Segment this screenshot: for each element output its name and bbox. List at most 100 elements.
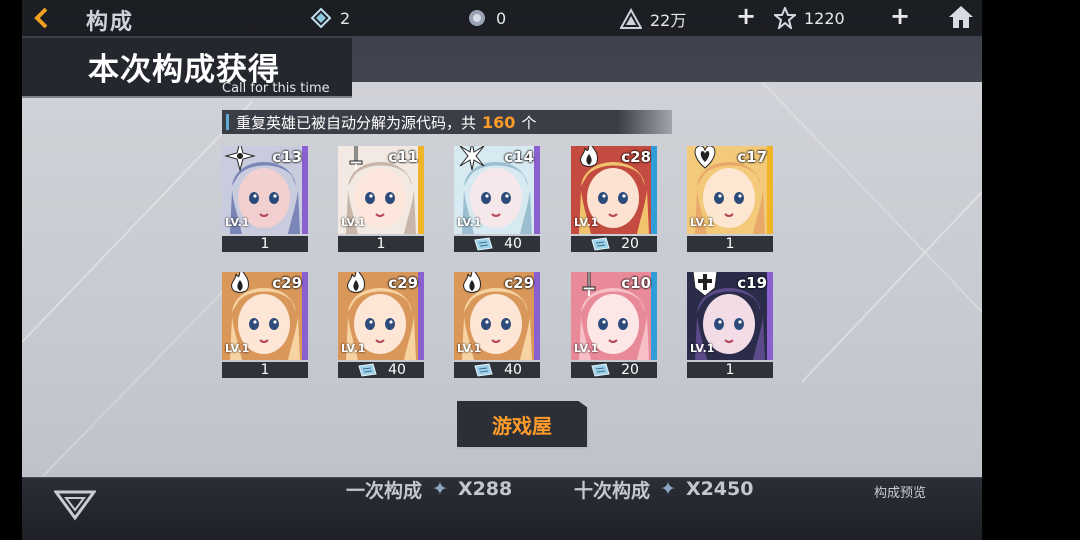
panel-subtitle: Call for this time <box>222 81 330 96</box>
game-viewport: 构成 2 0 22万 + 1220 + 一次构成 ✦ X288 十次构成 ✦ X… <box>22 0 982 540</box>
reward-count-value: 1 <box>376 236 386 252</box>
sword-icon <box>349 146 363 170</box>
resource-star-chip-value: 1220 <box>804 8 845 28</box>
hero-card[interactable]: c13 LV.1 1 <box>222 146 308 254</box>
crystal-flower-icon <box>459 146 485 171</box>
rarity-stripe <box>651 146 657 234</box>
reward-count: 40 <box>338 362 424 378</box>
hero-portrait: c17 LV.1 <box>687 146 773 234</box>
rarity-stripe <box>767 272 773 360</box>
reward-count: 40 <box>454 362 540 378</box>
star-chip-icon: ✦ <box>432 478 448 500</box>
ten-pull-label: 十次构成 <box>574 479 651 502</box>
reward-count: 1 <box>222 362 308 378</box>
rarity-stripe <box>651 272 657 360</box>
ten-pull-cost: X2450 <box>685 478 754 500</box>
pool-preview-button[interactable]: 构成预览 <box>874 482 926 501</box>
sword-icon <box>582 272 596 296</box>
hero-card[interactable]: c29 LV.1 40 <box>454 272 540 380</box>
hero-level: LV.1 <box>457 342 482 355</box>
source-code-icon <box>474 363 493 377</box>
add-token-button[interactable]: + <box>736 2 756 30</box>
hero-level: LV.1 <box>574 342 599 355</box>
hero-card[interactable]: c17 LV.1 1 <box>687 146 773 254</box>
hero-card[interactable]: c10 LV.1 20 <box>571 272 657 380</box>
rarity-stripe <box>534 146 540 234</box>
source-code-icon <box>358 363 377 377</box>
source-code-icon <box>591 363 610 377</box>
resource-core: 0 <box>466 7 506 29</box>
rarity-stripe <box>767 146 773 234</box>
hero-code: c17 <box>737 148 767 166</box>
notice-suffix: 个 <box>521 113 537 132</box>
reward-count-value: 20 <box>621 236 639 252</box>
core-icon <box>469 10 485 26</box>
flame-icon <box>347 272 365 293</box>
back-arrow-icon[interactable] <box>32 6 50 30</box>
screen: 构成 2 0 22万 + 1220 + 一次构成 ✦ X288 十次构成 ✦ X… <box>0 0 1080 540</box>
hero-card[interactable]: c29 LV.1 1 <box>222 272 308 380</box>
resource-core-value: 0 <box>496 8 507 28</box>
hero-portrait: c13 LV.1 <box>222 146 308 234</box>
star-chip-icon: ✦ <box>660 478 676 500</box>
reward-count-value: 1 <box>260 362 270 378</box>
top-bar: 构成 2 0 22万 + 1220 + <box>22 0 982 36</box>
shuriken-icon <box>224 146 256 172</box>
hero-code: c19 <box>737 274 767 292</box>
hero-code: c11 <box>388 148 418 166</box>
single-pull-button[interactable]: 一次构成 ✦ X288 <box>346 478 513 502</box>
ten-pull-button[interactable]: 十次构成 ✦ X2450 <box>574 478 754 502</box>
hero-card[interactable]: c28 LV.1 20 <box>571 146 657 254</box>
hero-portrait: c14 LV.1 <box>454 146 540 234</box>
reward-count-value: 40 <box>388 362 406 378</box>
confirm-button[interactable]: 游戏屋 <box>457 401 589 449</box>
reward-count: 40 <box>454 236 540 252</box>
hero-level: LV.1 <box>690 342 715 355</box>
hero-code: c29 <box>272 274 302 292</box>
resource-star-chip: 1220 <box>774 7 845 29</box>
hero-code: c29 <box>388 274 418 292</box>
hero-code: c28 <box>621 148 651 166</box>
rarity-stripe <box>534 272 540 360</box>
reward-count-value: 40 <box>504 236 522 252</box>
hero-card[interactable]: c29 LV.1 40 <box>338 272 424 380</box>
reward-count-value: 1 <box>725 362 735 378</box>
hero-card[interactable]: c19 LV.1 1 <box>687 272 773 380</box>
hero-card[interactable]: c11 LV.1 1 <box>338 146 424 254</box>
hero-card[interactable]: c14 LV.1 40 <box>454 146 540 254</box>
reward-count: 20 <box>571 362 657 378</box>
reward-count: 1 <box>687 236 773 252</box>
reward-count-value: 20 <box>621 362 639 378</box>
hero-level: LV.1 <box>225 342 250 355</box>
scene-title: 构成 <box>86 10 135 35</box>
add-star-chip-button[interactable]: + <box>890 2 910 30</box>
hero-level: LV.1 <box>690 216 715 229</box>
rarity-stripe <box>418 146 424 234</box>
resource-triangle-token-value: 22万 <box>650 11 687 30</box>
single-pull-cost: X288 <box>457 478 513 500</box>
hero-level: LV.1 <box>341 342 366 355</box>
reward-count: 1 <box>687 362 773 378</box>
menu-chevron-icon[interactable] <box>54 488 96 522</box>
star-chip-icon <box>774 7 796 29</box>
shield-cross-icon <box>692 272 718 297</box>
reward-count-value: 1 <box>725 236 735 252</box>
source-code-icon <box>474 237 493 251</box>
reward-count: 20 <box>571 236 657 252</box>
crystal-icon <box>310 7 332 29</box>
hero-portrait: c29 LV.1 <box>454 272 540 360</box>
hero-portrait: c10 LV.1 <box>571 272 657 360</box>
rarity-stripe <box>418 272 424 360</box>
rarity-stripe <box>302 146 308 234</box>
resource-crystal: 2 <box>310 7 350 29</box>
triangle-token-icon <box>620 8 642 29</box>
hero-portrait: c28 LV.1 <box>571 146 657 234</box>
hero-level: LV.1 <box>225 216 250 229</box>
notice-source-code-count: 160 <box>482 112 516 132</box>
hero-portrait: c19 LV.1 <box>687 272 773 360</box>
duplicate-notice: 重复英雄已被自动分解为源代码，共 160 个 <box>222 110 672 134</box>
home-icon[interactable] <box>948 5 974 29</box>
single-pull-label: 一次构成 <box>346 479 423 502</box>
hero-portrait: c29 LV.1 <box>338 272 424 360</box>
hero-code: c14 <box>504 148 534 166</box>
